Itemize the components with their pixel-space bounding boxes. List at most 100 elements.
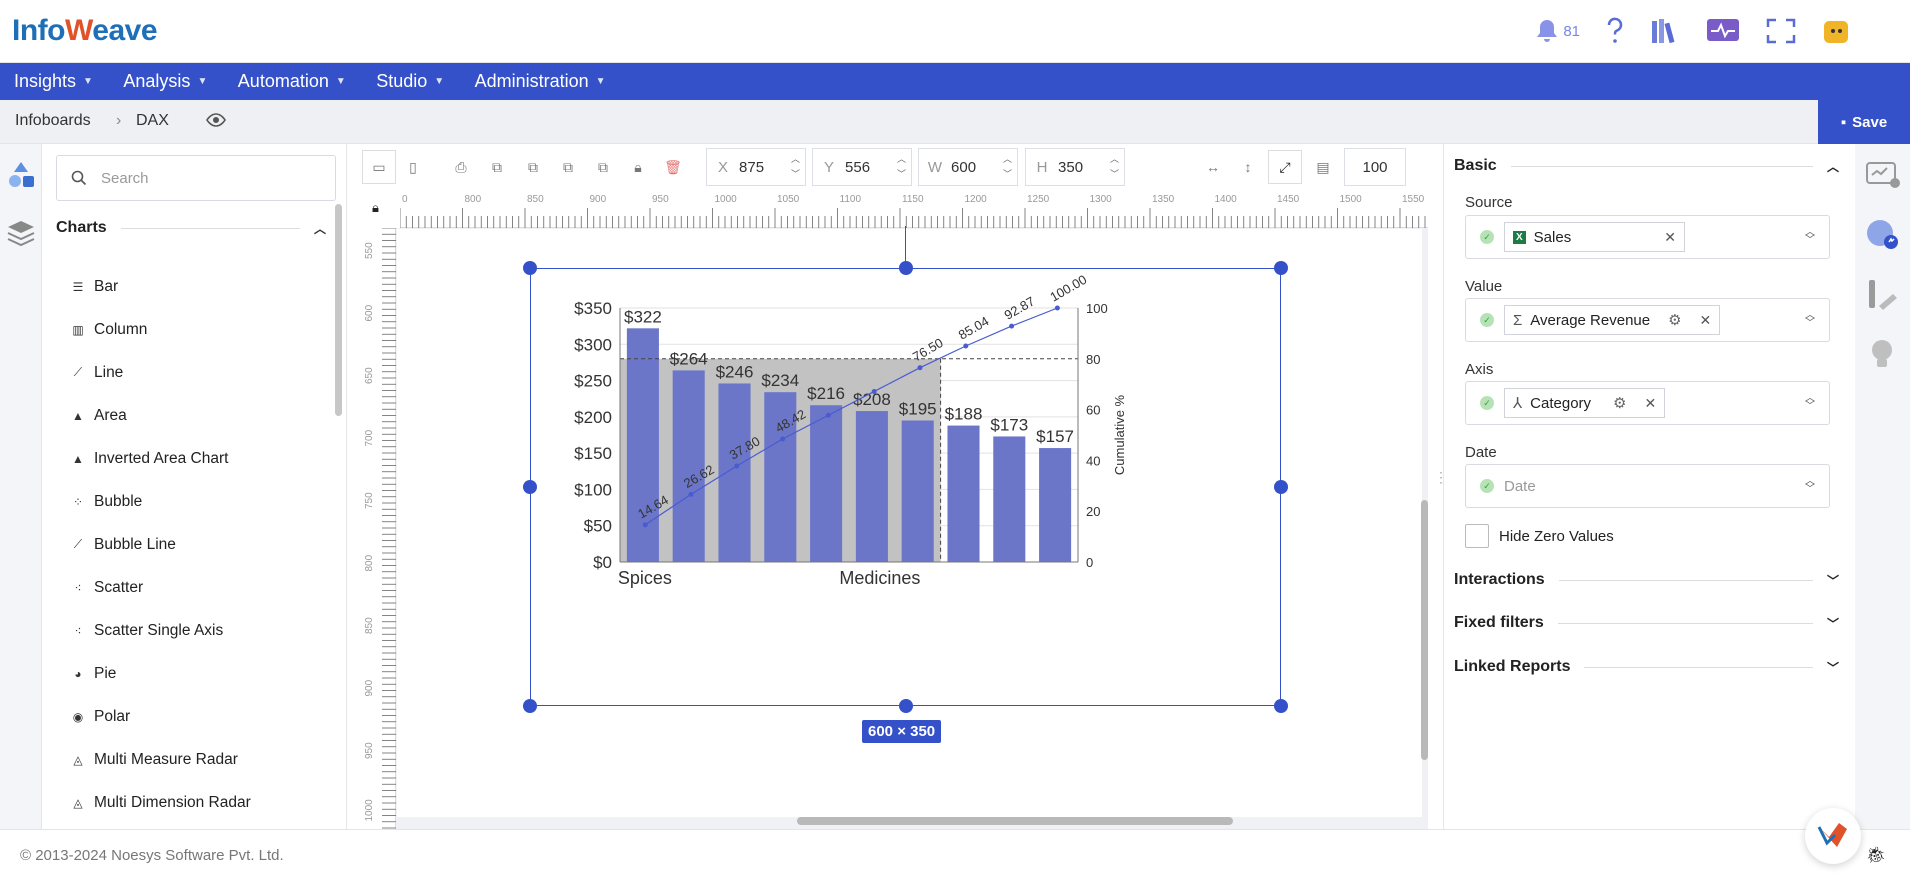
stepper-icon[interactable]: ︿ ﹀ <box>1105 152 1124 182</box>
chart-item-bubble-line[interactable]: ⟋ Bubble Line <box>70 523 251 566</box>
delete-icon[interactable]: 🗑︎ <box>658 150 688 184</box>
select-arrows-icon[interactable]: ︿ ﹀ <box>1805 394 1815 412</box>
cumulative-point[interactable] <box>1009 323 1015 329</box>
settings-gear-icon[interactable]: ⚙ <box>1613 394 1626 412</box>
send-to-back-icon[interactable]: ⧉ <box>588 150 618 184</box>
chart-item-scatter-single-axis[interactable]: ⁖ Scatter Single Axis <box>70 609 251 652</box>
width-field[interactable]: W 600 ︿ ﹀ <box>918 148 1018 186</box>
user-avatar-icon[interactable] <box>1822 14 1850 48</box>
theme-palette-icon[interactable] <box>1865 218 1901 255</box>
breadcrumb-infoboards[interactable]: Infoboards <box>15 112 91 130</box>
y-position-field[interactable]: Y 556 ︿ ﹀ <box>812 148 912 186</box>
chart-item-inverted-area[interactable]: ▲ Inverted Area Chart <box>70 437 251 480</box>
resize-grip-icon[interactable]: ⋮ <box>1434 469 1448 486</box>
help-icon[interactable] <box>1606 14 1624 48</box>
panel-scrollbar[interactable] <box>335 204 342 416</box>
cumulative-point[interactable] <box>871 388 877 394</box>
widget-settings-icon[interactable] <box>1865 160 1901 195</box>
stepper-icon[interactable]: ︿ ﹀ <box>786 152 805 182</box>
chevron-up-icon[interactable]: ︿ <box>1827 158 1839 175</box>
fit-width-icon[interactable]: ↔ <box>1198 150 1228 184</box>
chevron-down-icon[interactable]: ﹀ <box>1827 615 1839 632</box>
print-icon[interactable]: ⎙ <box>446 150 476 184</box>
nav-insights[interactable]: Insights ▼ <box>14 63 93 100</box>
cumulative-point[interactable] <box>780 436 786 442</box>
zoom-field[interactable]: 100 <box>1344 148 1406 186</box>
hide-zero-values-checkbox[interactable] <box>1465 524 1489 548</box>
bar[interactable] <box>855 411 888 562</box>
eye-preview-icon[interactable] <box>206 113 226 132</box>
nav-analysis[interactable]: Analysis ▼ <box>123 63 207 100</box>
source-field[interactable]: ✓ X Sales ✕ ︿ ﹀ <box>1465 215 1830 259</box>
tools-icon[interactable] <box>1865 278 1899 315</box>
nav-administration[interactable]: Administration ▼ <box>475 63 606 100</box>
remove-icon[interactable]: ✕ <box>1700 312 1712 329</box>
infoveave-assistant-icon[interactable] <box>1805 808 1861 864</box>
stepper-icon[interactable]: ︿ ﹀ <box>998 152 1017 182</box>
grid-toggle-icon[interactable]: ▤ <box>1308 150 1338 184</box>
stepper-icon[interactable]: ︿ ﹀ <box>892 152 911 182</box>
chart-item-line[interactable]: ⟋ Line <box>70 351 251 394</box>
basic-section-header[interactable]: Basic ︿ <box>1454 154 1839 178</box>
bar[interactable] <box>901 420 934 562</box>
chart-item-multi-measure-radar[interactable]: ◬ Multi Measure Radar <box>70 738 251 781</box>
canvas-vertical-scrollbar[interactable] <box>1421 500 1428 760</box>
cumulative-point[interactable] <box>917 365 923 371</box>
save-button[interactable]: ▪ Save <box>1818 100 1910 144</box>
desktop-view-icon[interactable]: ▭ <box>362 150 396 184</box>
chevron-down-icon[interactable]: ﹀ <box>1827 572 1839 589</box>
linked-reports-section-header[interactable]: Linked Reports ﹀ <box>1454 655 1839 679</box>
cumulative-point[interactable] <box>688 491 694 497</box>
layers-icon[interactable] <box>6 218 36 253</box>
nav-automation[interactable]: Automation ▼ <box>238 63 346 100</box>
source-chip[interactable]: X Sales ✕ <box>1504 222 1685 252</box>
bar[interactable] <box>1039 448 1072 562</box>
infoveave-logo[interactable]: InfoWeave <box>12 14 158 48</box>
bar[interactable] <box>626 328 659 562</box>
select-arrows-icon[interactable]: ︿ ﹀ <box>1805 477 1815 495</box>
bar[interactable] <box>993 436 1026 562</box>
chevron-down-icon[interactable]: ﹀ <box>1827 659 1839 676</box>
select-arrows-icon[interactable]: ︿ ﹀ <box>1805 228 1815 246</box>
chart-item-area[interactable]: ▲ Area <box>70 394 251 437</box>
library-icon[interactable] <box>1650 14 1680 48</box>
chart-item-column[interactable]: ▥ Column <box>70 308 251 351</box>
widgets-shapes-icon[interactable] <box>6 160 36 195</box>
nav-studio[interactable]: Studio ▼ <box>376 63 444 100</box>
bring-forward-icon[interactable]: ⧉ <box>482 150 512 184</box>
axis-chip[interactable]: ⅄ Category ⚙ ✕ <box>1504 388 1666 418</box>
select-arrows-icon[interactable]: ︿ ﹀ <box>1805 311 1815 329</box>
charts-section-header[interactable]: Charts ︿ <box>56 216 326 240</box>
bring-to-front-icon[interactable]: ⧉ <box>553 150 583 184</box>
remove-icon[interactable]: ✕ <box>1664 229 1676 246</box>
cumulative-point[interactable] <box>963 343 969 349</box>
canvas-horizontal-scrollbar[interactable] <box>797 817 1233 825</box>
fit-height-icon[interactable]: ↕ <box>1233 150 1263 184</box>
height-field[interactable]: H 350 ︿ ﹀ <box>1025 148 1125 186</box>
lightbulb-icon[interactable] <box>1869 338 1895 377</box>
notification-bell-icon[interactable]: 81 <box>1535 14 1580 48</box>
x-position-field[interactable]: X 875 ︿ ﹀ <box>706 148 806 186</box>
chart-item-polar[interactable]: ◉ Polar <box>70 695 251 738</box>
chart-item-bubble[interactable]: ⁘ Bubble <box>70 480 251 523</box>
monitor-activity-icon[interactable] <box>1706 14 1740 48</box>
date-field[interactable]: ✓ Date ︿ ﹀ <box>1465 464 1830 508</box>
chevron-up-icon[interactable]: ︿ <box>314 220 326 237</box>
mobile-view-icon[interactable]: ▯ <box>398 150 428 184</box>
fullscreen-icon[interactable] <box>1766 14 1796 48</box>
ruler-lock-icon[interactable]: 🔒︎ <box>360 190 400 228</box>
bar[interactable] <box>947 425 980 562</box>
cumulative-point[interactable] <box>1054 305 1060 311</box>
fit-screen-icon[interactable]: ⤢ <box>1268 150 1302 184</box>
hide-zero-values-row[interactable]: Hide Zero Values <box>1465 524 1614 548</box>
bar[interactable] <box>810 405 843 562</box>
search-input[interactable]: Search <box>56 155 336 201</box>
remove-icon[interactable]: ✕ <box>1645 395 1657 412</box>
bar[interactable] <box>718 383 751 562</box>
chart-item-bar[interactable]: ☰ Bar <box>70 265 251 308</box>
cumulative-point[interactable] <box>642 522 648 528</box>
cumulative-point[interactable] <box>825 412 831 418</box>
fixed-filters-section-header[interactable]: Fixed filters ﹀ <box>1454 611 1839 635</box>
settings-gear-icon[interactable]: ⚙ <box>1668 311 1681 329</box>
axis-field[interactable]: ✓ ⅄ Category ⚙ ✕ ︿ ﹀ <box>1465 381 1830 425</box>
